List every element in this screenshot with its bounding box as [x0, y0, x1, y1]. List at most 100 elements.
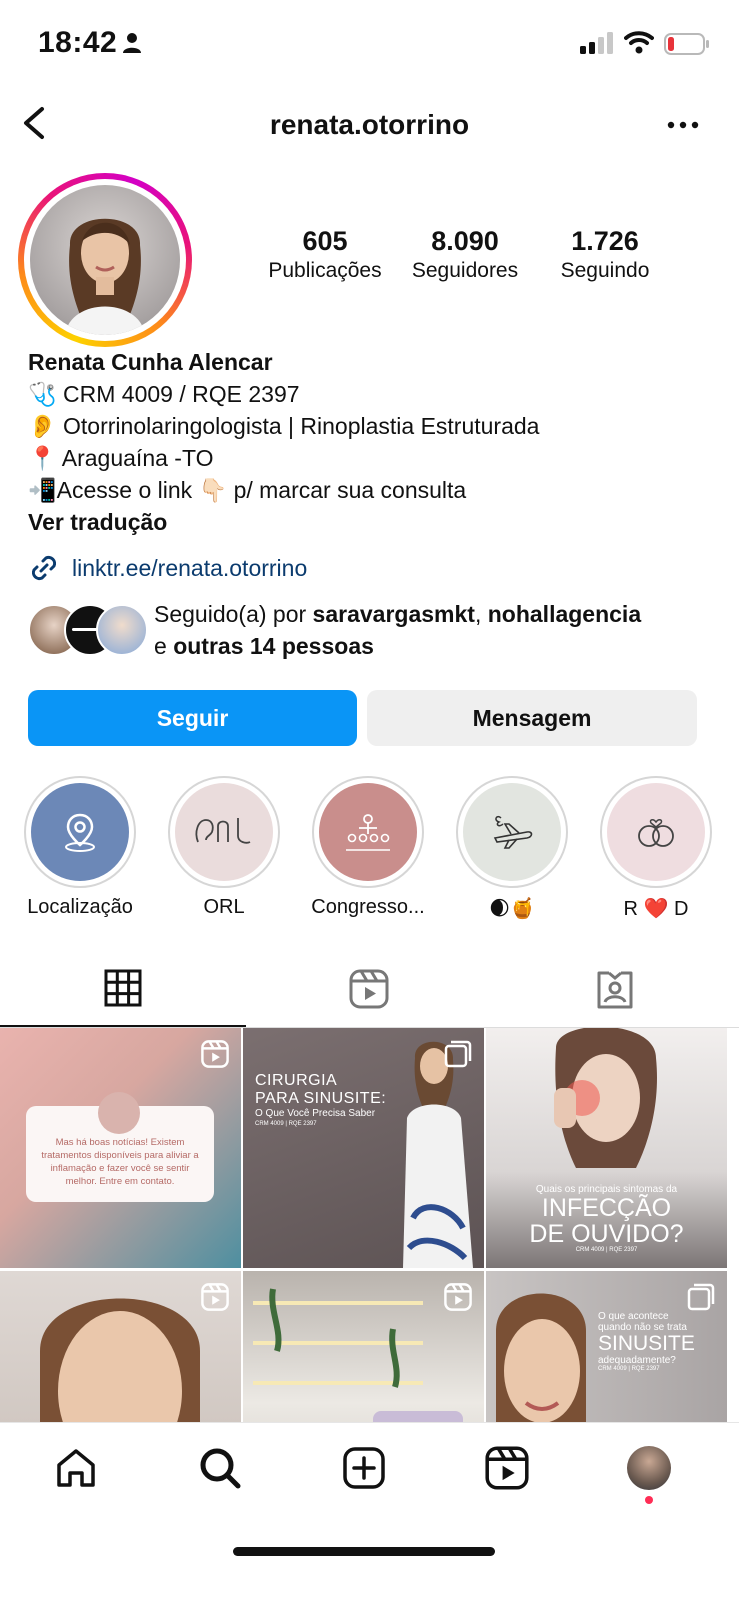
bio-line: 📍 Araguaína -TO [28, 445, 214, 471]
post-title: SINUSITE [598, 1332, 695, 1355]
bio-line: 🩺 CRM 4009 / RQE 2397 [28, 381, 300, 407]
post-thumbnail[interactable] [0, 1271, 241, 1422]
nav-create[interactable] [339, 1443, 389, 1493]
link-icon [31, 555, 57, 581]
highlight-orl[interactable]: ORL [162, 776, 286, 919]
reels-icon [485, 1446, 529, 1490]
post-title: CIRURGIA [255, 1072, 338, 1089]
stat-label: Seguidores [411, 259, 519, 282]
profile-stats: 605 Publicações 8.090 Seguidores 1.726 S… [258, 226, 678, 296]
profile-full-name: Renata Cunha Alencar [28, 349, 273, 375]
carousel-badge-icon [444, 1040, 472, 1073]
profile-avatar-small [627, 1446, 671, 1490]
home-indicator [233, 1547, 495, 1556]
avatar [96, 604, 148, 656]
reels-icon [349, 969, 389, 1008]
stat-value: 8.090 [431, 226, 499, 256]
audience-icon [319, 783, 417, 881]
post-text: adequadamente? [598, 1355, 676, 1366]
reel-badge-icon [201, 1283, 229, 1316]
post-photo [554, 1028, 657, 1168]
highlight-label: R ❤️ D [623, 898, 689, 920]
post-crm: CRM 4009 | RQE 2397 [575, 1247, 638, 1253]
bio-line: 📲Acesse o link 👇🏻 p/ marcar sua consulta [28, 477, 467, 503]
notification-dot [645, 1496, 653, 1504]
highlight-congress[interactable]: Congresso... [306, 776, 430, 919]
stat-label: Seguindo [560, 259, 650, 282]
post-subtitle: O Que Você Precisa Saber [255, 1108, 376, 1119]
search-icon [200, 1448, 241, 1489]
travel-plane-icon [463, 783, 561, 881]
profile-username: renata.otorrino [269, 109, 470, 140]
profile-tabs [0, 950, 739, 1028]
tagged-icon [597, 971, 633, 1008]
post-photo [496, 1293, 586, 1422]
tab-reels[interactable] [246, 950, 492, 1027]
avatar-photo [30, 185, 180, 335]
post-text: O que acontece [598, 1311, 669, 1322]
bottom-navigation [0, 1422, 739, 1600]
post-crm: CRM 4009 | RQE 2397 [598, 1366, 660, 1372]
status-time: 18:42 [38, 26, 118, 59]
stat-posts[interactable]: 605 Publicações [258, 226, 392, 283]
nav-reels[interactable] [482, 1443, 532, 1493]
post-thumbnail[interactable] [243, 1271, 484, 1422]
post-title: PARA SINUSITE: [255, 1090, 387, 1107]
stat-value: 605 [302, 226, 348, 256]
stat-followers[interactable]: 8.090 Seguidores [398, 226, 532, 283]
nav-search[interactable] [195, 1443, 245, 1493]
post-title: INFECÇÃO [541, 1194, 672, 1222]
reel-badge-icon [201, 1040, 229, 1073]
followed-by[interactable]: Seguido(a) por saravargasmkt, nohallagen… [28, 598, 718, 662]
link-text: linktr.ee/renata.otorrino [72, 554, 308, 581]
tab-tagged[interactable] [492, 950, 738, 1027]
post-caption-text: Mas há boas notícias! Existem tratamento… [41, 1137, 199, 1187]
highlight-location[interactable]: Localização [18, 776, 142, 919]
post-thumbnail[interactable]: CIRURGIA PARA SINUSITE: O Que Você Preci… [243, 1028, 484, 1268]
highlight-label: Localização [27, 896, 133, 918]
profile-link[interactable]: linktr.ee/renata.otorrino [28, 551, 307, 585]
add-post-icon [343, 1447, 385, 1489]
cellular-signal-icon [580, 32, 616, 59]
battery-low-icon [664, 33, 710, 60]
profile-header: renata.otorrino [0, 95, 739, 155]
stat-value: 1.726 [571, 226, 639, 256]
home-icon [57, 1449, 95, 1487]
grid-icon [104, 969, 142, 1006]
message-button[interactable]: Mensagem [367, 690, 697, 746]
follow-button[interactable]: Seguir [28, 690, 357, 746]
person-icon [122, 32, 142, 59]
highlight-label: Congresso... [311, 896, 425, 918]
see-translation-link[interactable]: Ver tradução [28, 506, 718, 538]
highlight-travel[interactable]: 🌒🍯 [450, 776, 574, 921]
more-options-button[interactable] [665, 115, 701, 135]
reel-badge-icon [444, 1283, 472, 1316]
highlight-label: 🌒🍯 [489, 898, 535, 920]
highlight-rd[interactable]: R ❤️ D [594, 776, 718, 921]
story-highlights: Localização ORL Congresso... 🌒🍯 R ❤️ D [0, 776, 739, 926]
nav-home[interactable] [51, 1443, 101, 1493]
mutual-followers-avatars [28, 604, 148, 656]
profile-actions: Seguir Mensagem [28, 690, 697, 746]
ear-nose-throat-icon [175, 783, 273, 881]
post-thumbnail[interactable]: Quais os principais sintomas da INFECÇÃO… [486, 1028, 727, 1268]
bio-line: 👂 Otorrinolaringologista | Rinoplastia E… [28, 413, 540, 439]
highlight-label: ORL [203, 896, 245, 918]
more-dots-icon [667, 121, 699, 129]
followed-by-text: Seguido(a) por saravargasmkt, nohallagen… [154, 601, 642, 659]
stat-following[interactable]: 1.726 Seguindo [538, 226, 672, 283]
profile-bio: Renata Cunha Alencar 🩺 CRM 4009 / RQE 23… [28, 346, 718, 538]
wifi-icon [624, 30, 654, 59]
post-thumbnail[interactable]: Mas há boas notícias! Existem tratamento… [0, 1028, 241, 1268]
post-title: DE OUVIDO? [529, 1220, 684, 1248]
post-crm: CRM 4009 | RQE 2397 [255, 1121, 317, 1127]
posts-grid: Mas há boas notícias! Existem tratamento… [0, 1028, 739, 1422]
nav-profile[interactable] [624, 1443, 674, 1493]
stat-label: Publicações [268, 259, 382, 282]
tab-grid[interactable] [0, 950, 246, 1027]
profile-avatar[interactable] [18, 173, 192, 347]
carousel-badge-icon [687, 1283, 715, 1316]
post-thumbnail[interactable]: O que acontece quando não se trata SINUS… [486, 1271, 727, 1422]
status-bar: 18:42 [0, 0, 739, 88]
location-pin-icon [31, 783, 129, 881]
